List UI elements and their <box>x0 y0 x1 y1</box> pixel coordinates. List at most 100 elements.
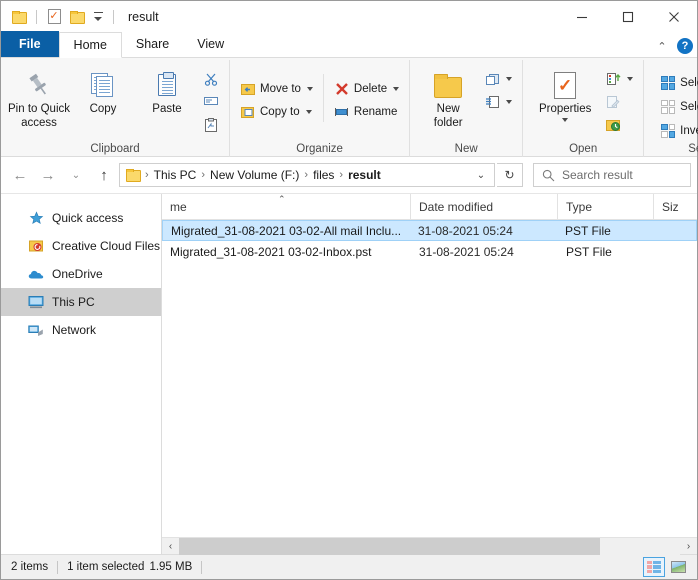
move-to-button[interactable]: Move to <box>236 78 317 99</box>
scroll-left-arrow-icon[interactable]: ‹ <box>162 537 179 555</box>
select-all-button[interactable]: Select all <box>656 72 698 93</box>
breadcrumb-files[interactable]: files <box>309 168 338 182</box>
copy-to-button[interactable]: Copy to <box>236 101 317 122</box>
file-name: Migrated_31-08-2021 03-02-Inbox.pst <box>170 244 372 259</box>
tab-view[interactable]: View <box>183 31 238 57</box>
scissors-icon <box>203 71 219 87</box>
refresh-icon[interactable]: ↻ <box>497 163 523 187</box>
file-list-pane: me Date modified Type Siz ⌃ Migrated_31-… <box>162 194 697 555</box>
sidebar-item-network[interactable]: Network <box>1 316 161 344</box>
breadcrumb-this-pc[interactable]: This PC <box>150 168 201 182</box>
status-bar: 2 items 1 item selected 1.95 MB <box>1 554 697 579</box>
chevron-down-icon[interactable] <box>393 86 400 91</box>
chevron-down-icon[interactable] <box>562 118 569 123</box>
copy-button[interactable]: Copy <box>71 64 135 116</box>
sort-ascending-icon: ⌃ <box>278 194 286 204</box>
new-folder-icon[interactable] <box>67 7 87 27</box>
paste-shortcut-icon <box>203 117 219 133</box>
invert-selection-icon <box>660 123 676 139</box>
file-name: Migrated_31-08-2021 03-02-All mail Inclu… <box>171 223 402 238</box>
column-header-name[interactable]: me <box>162 194 411 219</box>
close-icon[interactable] <box>651 1 697 32</box>
properties-button[interactable]: ✓ Properties <box>529 64 601 123</box>
easy-access-button[interactable] <box>480 91 516 112</box>
new-small-buttons <box>480 64 516 112</box>
sidebar-item-onedrive[interactable]: OneDrive <box>1 260 161 288</box>
new-folder-button[interactable]: New folder <box>416 64 480 131</box>
sidebar-item-label: OneDrive <box>52 267 103 281</box>
qat-folder-icon[interactable] <box>9 7 29 27</box>
open-button[interactable] <box>601 68 637 89</box>
recent-locations-button[interactable]: ⌄ <box>63 162 89 188</box>
edit-button[interactable] <box>601 91 637 112</box>
copy-path-button[interactable] <box>199 91 223 112</box>
breadcrumb[interactable]: › This PC › New Volume (F:) › files › re… <box>119 163 495 187</box>
move-to-icon <box>240 81 256 97</box>
new-item-button[interactable] <box>480 68 516 89</box>
maximize-icon[interactable] <box>605 1 651 32</box>
properties-label: Properties <box>538 103 592 115</box>
chevron-down-icon[interactable] <box>506 76 513 81</box>
pin-icon <box>26 68 52 102</box>
breadcrumb-result[interactable]: result <box>344 168 385 182</box>
chevron-down-icon[interactable]: ⌄ <box>470 170 492 181</box>
details-view-button[interactable] <box>643 557 665 577</box>
sidebar-item-this-pc[interactable]: This PC <box>1 288 161 316</box>
horizontal-scrollbar[interactable]: ‹ › <box>162 537 697 555</box>
tab-share[interactable]: Share <box>122 31 183 57</box>
collapse-ribbon-icon[interactable]: ⌃ <box>653 40 671 53</box>
table-row[interactable]: Migrated_31-08-2021 03-02-All mail Inclu… <box>162 220 697 241</box>
delete-button[interactable]: Delete <box>330 78 403 99</box>
ribbon-group-label-open: Open <box>569 142 598 155</box>
forward-button[interactable]: → <box>35 162 61 188</box>
table-row[interactable]: Migrated_31-08-2021 03-02-Inbox.pst 31-0… <box>162 241 697 262</box>
chevron-down-icon[interactable] <box>506 99 513 104</box>
search-input[interactable]: Search result <box>533 163 691 187</box>
scrollbar-thumb[interactable] <box>179 537 600 555</box>
chevron-down-icon[interactable] <box>90 12 106 21</box>
file-rows[interactable]: Migrated_31-08-2021 03-02-All mail Inclu… <box>162 220 697 537</box>
paste-button[interactable]: Paste <box>135 64 199 116</box>
back-button[interactable]: ← <box>7 162 33 188</box>
sidebar-item-creative-cloud-files[interactable]: Creative Cloud Files <box>1 232 161 260</box>
tab-home[interactable]: Home <box>58 32 122 58</box>
help-icon[interactable]: ? <box>677 38 693 54</box>
copy-label: Copy <box>89 103 117 115</box>
file-type: PST File <box>565 223 611 238</box>
breadcrumb-new-volume[interactable]: New Volume (F:) <box>206 168 303 182</box>
chevron-down-icon[interactable] <box>627 76 634 81</box>
minimize-icon[interactable] <box>559 1 605 32</box>
window-title: result <box>128 9 159 24</box>
cut-button[interactable] <box>199 68 223 89</box>
up-button[interactable]: ↑ <box>91 162 117 188</box>
paste-shortcut-button[interactable] <box>199 114 223 135</box>
copy-path-icon <box>203 94 219 110</box>
select-none-button[interactable]: Select none <box>656 96 698 117</box>
invert-selection-button[interactable]: Invert selection <box>656 120 698 141</box>
pin-to-quick-access-button[interactable]: Pin to Quick access <box>7 64 71 131</box>
explorer-body: Quick access Creative Cloud Files OneDri… <box>1 193 697 555</box>
chevron-down-icon[interactable] <box>305 109 312 114</box>
column-header-size[interactable]: Siz <box>654 194 697 219</box>
scrollbar-track[interactable] <box>179 537 680 555</box>
paste-icon <box>158 68 176 102</box>
item-count: 2 items <box>11 561 49 573</box>
properties-icon: ✓ <box>554 68 577 102</box>
status-separator <box>201 560 203 574</box>
select-all-label: Select all <box>680 76 698 89</box>
column-header-date-modified[interactable]: Date modified <box>411 194 558 219</box>
properties-icon[interactable]: ✓ <box>44 7 64 27</box>
scroll-right-arrow-icon[interactable]: › <box>680 537 697 555</box>
ribbon-group-select: Select all Select none Invert selection <box>643 60 698 157</box>
rename-label: Rename <box>353 105 398 118</box>
history-button[interactable] <box>601 114 637 135</box>
delete-icon <box>334 81 350 97</box>
ribbon-group-new: New folder New <box>409 60 522 157</box>
tab-file[interactable]: File <box>1 31 59 57</box>
chevron-down-icon[interactable] <box>306 86 313 91</box>
column-header-type[interactable]: Type <box>558 194 654 219</box>
rename-button[interactable]: Rename <box>330 101 403 122</box>
large-icons-view-button[interactable] <box>667 557 689 577</box>
network-icon <box>28 322 44 338</box>
sidebar-item-quick-access[interactable]: Quick access <box>1 204 161 232</box>
